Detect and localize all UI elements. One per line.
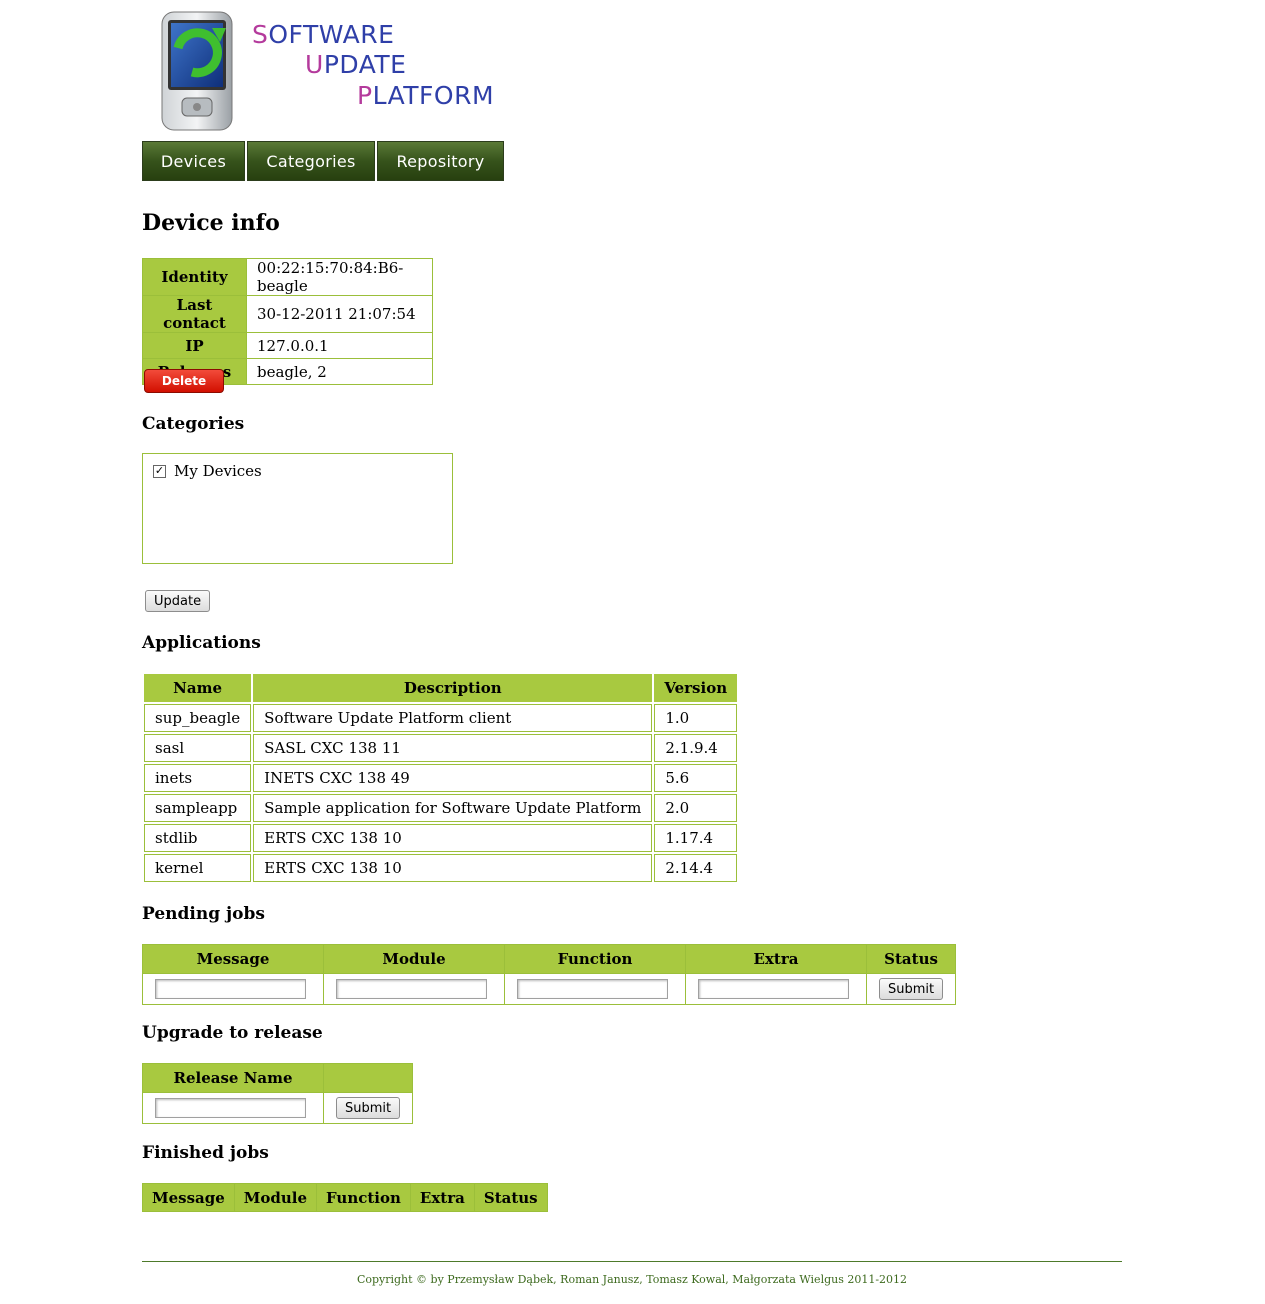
page-content: SOFTWARE UPDATE PLATFORM Devices Categor… xyxy=(142,0,1122,1286)
identity-label: Identity xyxy=(142,258,247,296)
logo-text-platform: PLATFORM xyxy=(357,81,495,110)
table-row: stdlib ERTS CXC 138 10 1.17.4 xyxy=(144,824,738,852)
message-input[interactable] xyxy=(155,979,306,999)
app-name: sampleapp xyxy=(144,794,252,822)
col-release-name: Release Name xyxy=(142,1063,324,1093)
table-row: inets INETS CXC 138 49 5.6 xyxy=(144,764,738,792)
app-version: 1.17.4 xyxy=(654,824,738,852)
last-contact-label: Last contact xyxy=(142,295,247,333)
app-description: Sample application for Software Update P… xyxy=(253,794,653,822)
col-extra: Extra xyxy=(685,944,867,974)
app-description: SASL CXC 138 11 xyxy=(253,734,653,762)
col-function: Function xyxy=(316,1183,411,1212)
module-input[interactable] xyxy=(336,979,487,999)
extra-cell xyxy=(685,973,867,1005)
update-button[interactable]: Update xyxy=(145,590,211,612)
site-logo[interactable]: SOFTWARE UPDATE PLATFORM xyxy=(142,0,1122,140)
app-version: 5.6 xyxy=(654,764,738,792)
logo-text-update: UPDATE xyxy=(305,50,407,79)
app-name: stdlib xyxy=(144,824,252,852)
col-version: Version xyxy=(654,674,738,702)
table-header-row: Name Description Version xyxy=(144,674,738,702)
category-label: My Devices xyxy=(174,462,262,480)
table-row: Last contact 30-12-2011 21:07:54 xyxy=(142,295,433,333)
category-checkbox[interactable]: ✓ xyxy=(153,464,166,478)
pending-jobs-heading: Pending jobs xyxy=(142,904,265,924)
upgrade-heading: Upgrade to release xyxy=(142,1023,323,1043)
applications-table: Name Description Version sup_beagle Softw… xyxy=(142,672,740,884)
app-version: 2.14.4 xyxy=(654,854,738,882)
last-contact-value: 30-12-2011 21:07:54 xyxy=(246,295,433,333)
function-cell xyxy=(504,973,686,1005)
category-item-my-devices[interactable]: ✓ My Devices xyxy=(153,462,262,480)
col-module: Module xyxy=(233,1183,318,1212)
message-cell xyxy=(142,973,324,1005)
col-status: Status xyxy=(473,1183,548,1212)
upgrade-submit-button[interactable]: Submit xyxy=(336,1097,401,1119)
release-name-input[interactable] xyxy=(155,1098,306,1118)
status-cell: Submit xyxy=(865,973,957,1005)
table-row: IP 127.0.0.1 xyxy=(142,332,433,359)
table-row: sampleapp Sample application for Software… xyxy=(144,794,738,822)
app-version: 2.1.9.4 xyxy=(654,734,738,762)
table-row: Submit xyxy=(142,973,957,1005)
table-row: Identity 00:22:15:70:84:B6-beagle xyxy=(142,258,433,296)
table-header-row: Message Module Function Extra Status xyxy=(142,944,957,974)
col-function: Function xyxy=(504,944,686,974)
app-description: ERTS CXC 138 10 xyxy=(253,854,653,882)
page-title: Device info xyxy=(142,210,280,236)
logo-text-software: SOFTWARE xyxy=(252,20,395,49)
table-row: kernel ERTS CXC 138 10 2.14.4 xyxy=(144,854,738,882)
table-row: Submit xyxy=(142,1092,414,1124)
extra-input[interactable] xyxy=(698,979,849,999)
table-row: sasl SASL CXC 138 11 2.1.9.4 xyxy=(144,734,738,762)
module-cell xyxy=(323,973,505,1005)
applications-heading: Applications xyxy=(142,633,261,653)
pending-submit-button[interactable]: Submit xyxy=(879,978,944,1000)
delete-button[interactable]: Delete xyxy=(144,369,224,393)
app-version: 1.0 xyxy=(654,704,738,732)
app-description: INETS CXC 138 49 xyxy=(253,764,653,792)
app-name: sup_beagle xyxy=(144,704,252,732)
pda-device-icon xyxy=(161,11,233,131)
nav-categories[interactable]: Categories xyxy=(247,141,375,181)
col-name: Name xyxy=(144,674,252,702)
device-info-table: Identity 00:22:15:70:84:B6-beagle Last co… xyxy=(142,258,433,385)
function-input[interactable] xyxy=(517,979,668,999)
nav-repository[interactable]: Repository xyxy=(377,141,504,181)
app-name: kernel xyxy=(144,854,252,882)
upgrade-submit-cell: Submit xyxy=(322,1092,414,1124)
table-header-row: Release Name xyxy=(142,1063,414,1093)
finished-jobs-table: Message Module Function Extra Status xyxy=(142,1183,548,1212)
pending-jobs-table: Message Module Function Extra Status Sub… xyxy=(142,944,957,1005)
col-message: Message xyxy=(142,1183,235,1212)
col-module: Module xyxy=(323,944,505,974)
categories-list: ✓ My Devices xyxy=(142,453,453,564)
app-name: sasl xyxy=(144,734,252,762)
footer-divider xyxy=(142,1261,1122,1262)
upgrade-table: Release Name Submit xyxy=(142,1063,414,1124)
main-nav: Devices Categories Repository xyxy=(142,141,506,181)
app-version: 2.0 xyxy=(654,794,738,822)
ip-value: 127.0.0.1 xyxy=(246,332,433,359)
identity-value: 00:22:15:70:84:B6-beagle xyxy=(246,258,433,296)
nav-devices[interactable]: Devices xyxy=(142,141,245,181)
releases-value: beagle, 2 xyxy=(246,358,433,385)
table-header-row: Message Module Function Extra Status xyxy=(142,1183,548,1212)
col-status: Status xyxy=(865,944,957,974)
app-description: Software Update Platform client xyxy=(253,704,653,732)
footer-copyright: Copyright © by Przemysław Dąbek, Roman J… xyxy=(356,1273,908,1286)
app-name: inets xyxy=(144,764,252,792)
app-description: ERTS CXC 138 10 xyxy=(253,824,653,852)
col-extra: Extra xyxy=(409,1183,475,1212)
col-empty xyxy=(322,1063,414,1093)
release-name-cell xyxy=(142,1092,324,1124)
col-description: Description xyxy=(253,674,653,702)
col-message: Message xyxy=(142,944,324,974)
finished-jobs-heading: Finished jobs xyxy=(142,1143,269,1163)
ip-label: IP xyxy=(142,332,247,359)
categories-heading: Categories xyxy=(142,414,245,434)
table-row: sup_beagle Software Update Platform clien… xyxy=(144,704,738,732)
